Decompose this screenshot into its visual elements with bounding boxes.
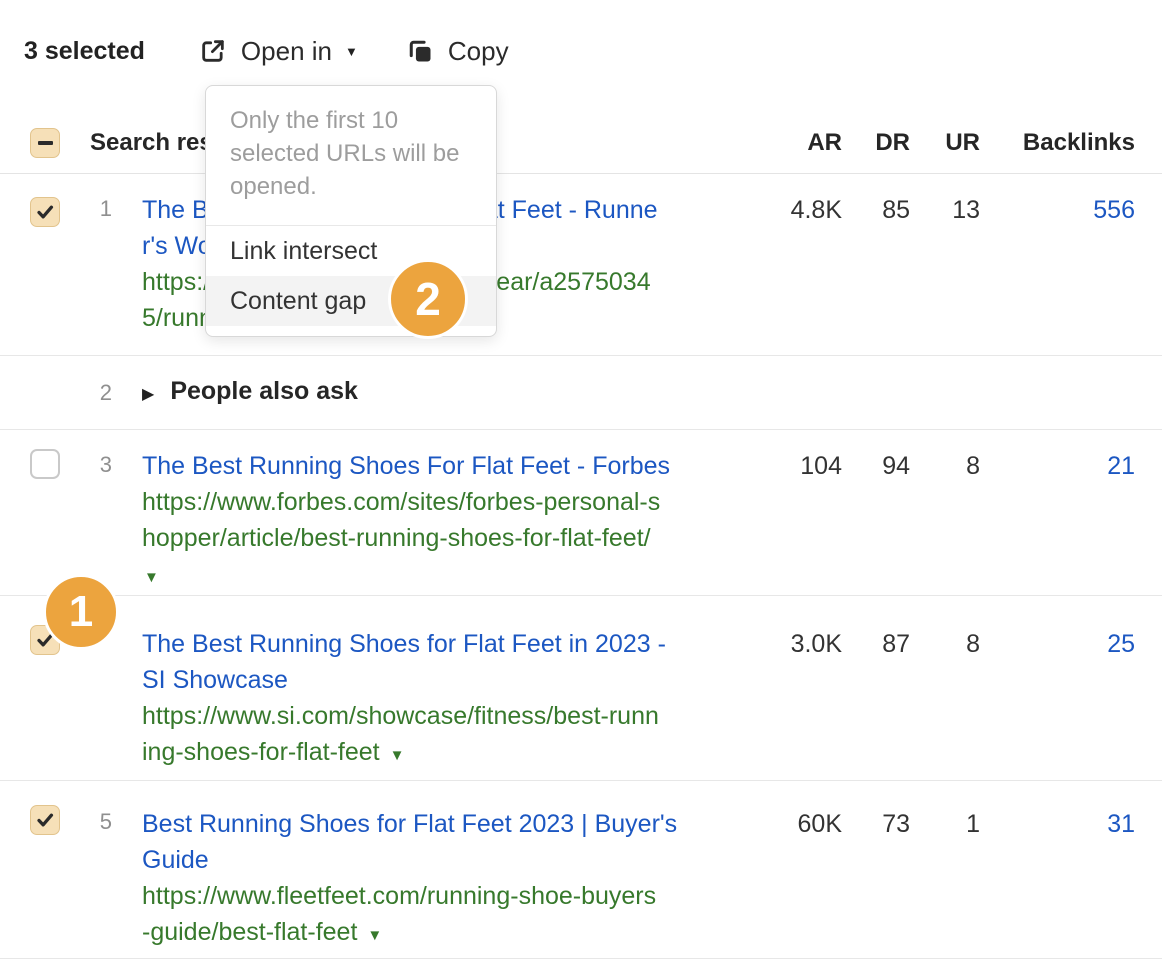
open-in-button[interactable]: Open in ▼ [199,36,358,67]
ar-value: 60K [798,806,842,842]
table-row: 3 The Best Running Shoes For Flat Feet -… [0,429,1162,596]
table-row: 1 The Best Running Shoes for Flat Feet -… [0,173,1162,356]
copy-button[interactable]: Copy [406,36,509,67]
select-all-checkbox[interactable] [30,128,60,158]
expand-caret-icon[interactable]: ▼ [390,747,405,764]
result-cell: Best Running Shoes for Flat Feet 2023 | … [142,806,782,954]
result-cell: The Best Running Shoes For Flat Feet - F… [142,448,782,596]
annotation-badge-1: 1 [43,574,119,650]
copy-icon [406,37,434,65]
result-url: ing-shoes-for-flat-feet [142,738,380,766]
row-number: 2 [84,380,112,406]
checkmark-icon [34,809,56,831]
backlinks-value[interactable]: 31 [1107,806,1135,842]
selected-count: 3 selected [24,37,145,66]
row-number: 5 [84,809,112,835]
result-url: https://www.forbes.com/sites/forbes-pers… [142,484,782,520]
expand-caret-icon[interactable]: ▼ [367,927,382,944]
row-checkbox[interactable] [30,449,60,479]
result-title[interactable]: SI Showcase [142,662,782,698]
open-in-label: Open in [241,36,332,67]
table-row: 5 Best Running Shoes for Flat Feet 2023 … [0,780,1162,959]
result-title[interactable]: Guide [142,842,782,878]
indeterminate-mark-icon [38,141,53,145]
dropdown-hint: Only the first 10 selected URLs will be … [206,86,496,225]
result-url: https://www.si.com/showcase/fitness/best… [142,698,782,734]
copy-label: Copy [448,36,509,67]
result-title[interactable]: The Best Running Shoes For Flat Feet - F… [142,448,782,484]
serp-results-page: 3 selected Open in ▼ Copy Search results… [0,0,1162,964]
ur-value: 8 [966,448,980,484]
ur-value: 13 [952,192,980,228]
row-checkbox[interactable] [30,197,60,227]
backlinks-value[interactable]: 556 [1093,192,1135,228]
dr-value: 87 [882,626,910,662]
result-title[interactable]: Best Running Shoes for Flat Feet 2023 | … [142,806,782,842]
row-checkbox[interactable] [30,805,60,835]
column-dr: DR [875,129,910,157]
annotation-badge-2: 2 [388,259,468,339]
chevron-down-icon: ▼ [345,44,358,59]
group-label: People also ask [170,377,358,405]
result-url: hopper/article/best-running-shoes-for-fl… [142,520,782,556]
ar-value: 3.0K [791,626,842,662]
result-cell: The Best Running Shoes for Flat Feet in … [142,626,782,774]
ur-value: 1 [966,806,980,842]
expand-caret-icon[interactable]: ▼ [144,569,159,586]
checkmark-icon [34,201,56,223]
selection-toolbar: 3 selected Open in ▼ Copy [24,30,509,72]
external-link-icon [199,37,227,65]
table-row: 2 ▶ People also ask [0,355,1162,430]
table-header: Search results AR DR UR Backlinks [0,112,1162,174]
result-title[interactable]: The Best Running Shoes for Flat Feet in … [142,626,782,662]
column-ur: UR [945,129,980,157]
column-ar: AR [807,129,842,157]
row-number: 3 [84,452,112,478]
column-backlinks: Backlinks [1023,129,1135,157]
dr-value: 73 [882,806,910,842]
ar-value: 4.8K [791,192,842,228]
table-row: The Best Running Shoes for Flat Feet in … [0,595,1162,781]
dr-value: 94 [882,448,910,484]
group-cell: ▶ People also ask [142,377,782,406]
backlinks-value[interactable]: 25 [1107,626,1135,662]
result-url: -guide/best-flat-feet [142,918,357,946]
expand-triangle-icon[interactable]: ▶ [142,386,154,403]
result-url: https://www.fleetfeet.com/running-shoe-b… [142,878,782,914]
dr-value: 85 [882,192,910,228]
ur-value: 8 [966,626,980,662]
backlinks-value[interactable]: 21 [1107,448,1135,484]
row-number: 1 [84,196,112,222]
ar-value: 104 [800,448,842,484]
